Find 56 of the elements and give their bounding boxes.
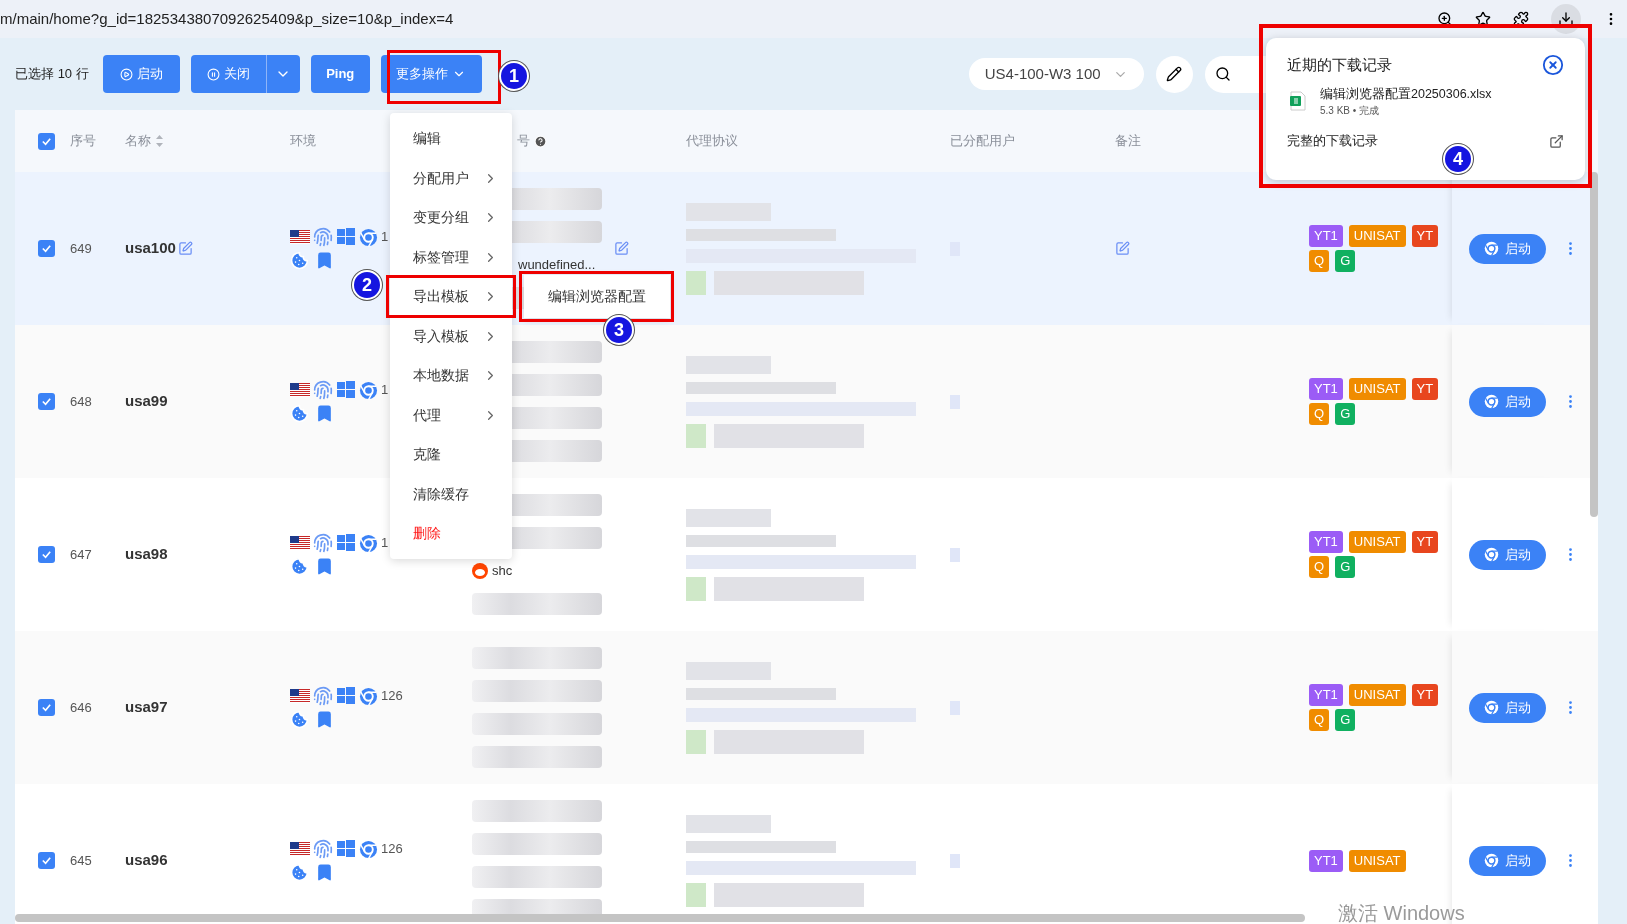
tag: Q: [1309, 250, 1330, 272]
tag: G: [1335, 709, 1356, 731]
popup-title: 近期的下载记录: [1287, 55, 1392, 75]
tag: UNISAT: [1348, 684, 1406, 706]
selection-label: 已选择 10 行: [15, 65, 89, 84]
index-cell-text: 647: [70, 545, 93, 564]
tag: UNISAT: [1348, 225, 1406, 247]
index-cell-text: 645: [70, 851, 93, 870]
step-number: 1: [499, 61, 529, 91]
tag: UNISAT: [1348, 849, 1406, 872]
tag: YT: [1411, 531, 1439, 553]
step-number: 2: [352, 270, 382, 300]
url-text: m/main/home?g_id=1825343807092625409&p_size=10&p_index=4: [0, 8, 454, 29]
tag: G: [1335, 556, 1356, 578]
column-header: 已分配用户: [950, 132, 1015, 151]
tag: YT1: [1309, 531, 1343, 553]
tag: Q: [1309, 556, 1330, 578]
browser-version: 126: [381, 687, 403, 706]
tag: UNISAT: [1348, 378, 1406, 400]
step-number: 3: [604, 315, 634, 345]
profile-name: usa98: [125, 544, 168, 565]
tag: YT1: [1309, 225, 1343, 247]
browser-version: 1: [381, 534, 389, 553]
file-name: 编辑浏览器配置20250306.xlsx: [1320, 85, 1492, 103]
profile-name: usa96: [125, 850, 168, 871]
step-number: 4: [1443, 144, 1473, 174]
account-text: wundefined...: [518, 256, 596, 274]
tag: YT: [1411, 378, 1439, 400]
column-header: 号: [517, 132, 530, 151]
account-text: shc: [492, 562, 513, 581]
browser-version: 1: [381, 228, 389, 247]
tag: Q: [1309, 403, 1330, 425]
column-header: 代理协议: [686, 132, 738, 151]
tag: Q: [1309, 709, 1330, 731]
column-header: 名称: [125, 132, 151, 151]
file-meta: 5.3 KB • 完成: [1320, 104, 1381, 119]
tag: G: [1335, 403, 1356, 425]
column-header: 序号: [70, 132, 96, 151]
profile-name: usa97: [125, 697, 168, 718]
index-cell-text: 649: [70, 239, 93, 258]
tag: YT1: [1309, 684, 1343, 706]
column-header: 环境: [290, 132, 316, 151]
index-cell-text: 646: [70, 698, 93, 717]
browser-version: 1: [381, 381, 389, 400]
browser-version: 126: [381, 840, 403, 859]
activation-notice: 激活 Windows: [1338, 901, 1465, 924]
tag: G: [1335, 250, 1356, 272]
column-header: 备注: [1115, 132, 1141, 151]
tag: UNISAT: [1348, 531, 1406, 553]
profile-name: usa99: [125, 391, 168, 412]
tag: YT1: [1309, 378, 1343, 400]
index-cell-text: 648: [70, 392, 93, 411]
tag: YT: [1411, 225, 1439, 247]
tag: YT1: [1309, 849, 1343, 872]
profile-name: usa100: [125, 238, 176, 259]
tag: YT: [1411, 684, 1439, 706]
